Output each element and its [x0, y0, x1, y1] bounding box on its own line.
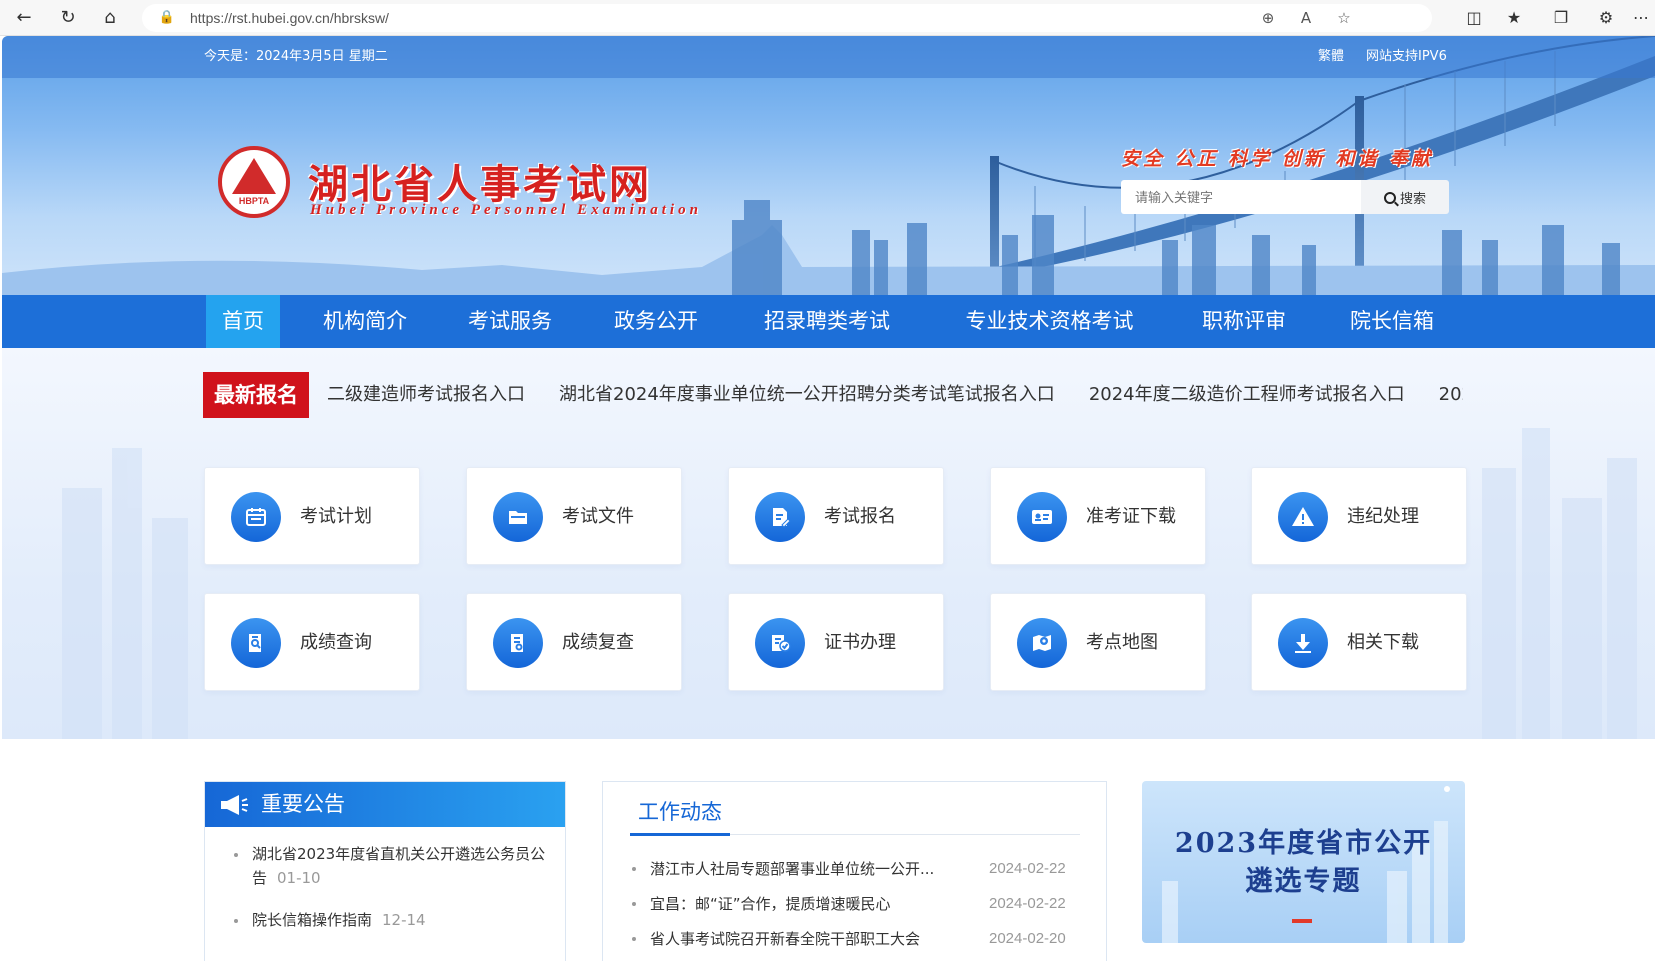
map-pin-icon [1017, 618, 1067, 668]
nav-professional-qualification[interactable]: 专业技术资格考试 [957, 295, 1142, 348]
site-logo[interactable]: HBPTA [218, 146, 290, 218]
notice-item-text[interactable]: 院长信箱操作指南 [252, 911, 372, 929]
main-nav: 首页 机构简介 考试服务 政务公开 招录聘类考试 专业技术资格考试 职称评审 院… [2, 295, 1655, 348]
nav-title-review[interactable]: 职称评审 [1194, 295, 1294, 348]
service-card-violation-handling[interactable]: 违纪处理 [1251, 467, 1467, 565]
nav-home[interactable]: 首页 [206, 295, 280, 348]
registration-ticker: 二级建造师考试报名入口 湖北省2024年度事业单位统一公开招聘分类考试笔试报名入口… [327, 372, 1463, 418]
ticker-link[interactable]: 202 [1439, 372, 1463, 418]
back-icon[interactable]: ← [12, 6, 36, 30]
header-banner: 今天是：2024年3月5日 星期二 繁體 网站支持IPV6 HBPTA 湖北省人… [2, 36, 1655, 295]
service-card-admission-ticket[interactable]: 准考证下载 [990, 467, 1206, 565]
title-underline [630, 833, 730, 836]
service-label: 准考证下载 [1086, 506, 1176, 527]
news-date: 2024-02-22 [989, 895, 1066, 912]
nav-government-affairs[interactable]: 政务公开 [608, 295, 704, 348]
nav-director-mailbox[interactable]: 院长信箱 [1342, 295, 1442, 348]
service-label: 考试文件 [562, 506, 634, 527]
news-item[interactable]: 宜昌：邮“证”合作，提质增速暖民心 [632, 893, 891, 915]
logo-text: HBPTA [238, 196, 270, 206]
folder-icon [493, 492, 543, 542]
service-card-exam-site-map[interactable]: 考点地图 [990, 593, 1206, 691]
address-bar[interactable]: 🔒 https://rst.hubei.gov.cn/hbrsksw/ ⊕ A … [142, 4, 1432, 32]
search-document-icon [231, 618, 281, 668]
web-page: 今天是：2024年3月5日 星期二 繁體 网站支持IPV6 HBPTA 湖北省人… [2, 36, 1655, 961]
search-icon [1383, 191, 1396, 204]
home-icon[interactable]: ⌂ [98, 6, 122, 30]
service-card-certificate-processing[interactable]: 证书办理 [728, 593, 944, 691]
selection-topic-banner[interactable]: 2023年度省市公开 遴选专题 [1142, 781, 1465, 943]
id-card-icon [1017, 492, 1067, 542]
service-label: 违纪处理 [1347, 506, 1419, 527]
nav-recruitment-exams[interactable]: 招录聘类考试 [757, 295, 897, 348]
carousel-indicator[interactable] [1292, 919, 1312, 923]
service-card-exam-plan[interactable]: 考试计划 [204, 467, 420, 565]
current-date: 今天是：2024年3月5日 星期二 [204, 49, 388, 64]
ticker-link[interactable]: 2024年度二级造价工程师考试报名入口 [1089, 372, 1405, 418]
certificate-icon [755, 618, 805, 668]
service-card-exam-files[interactable]: 考试文件 [466, 467, 682, 565]
browser-toolbar: ← ↻ ⌂ 🔒 https://rst.hubei.gov.cn/hbrsksw… [0, 0, 1655, 36]
service-card-related-downloads[interactable]: 相关下载 [1251, 593, 1467, 691]
service-label: 考点地图 [1086, 632, 1158, 653]
extensions-icon[interactable]: ⚙ [1595, 7, 1617, 29]
service-label: 证书办理 [824, 632, 896, 653]
nav-about[interactable]: 机构简介 [317, 295, 413, 348]
work-news-panel: 工作动态 潜江市人社局专题部署事业单位统一公开... 2024-02-22 宜昌… [602, 781, 1107, 961]
service-card-score-query[interactable]: 成绩查询 [204, 593, 420, 691]
favorite-star-icon[interactable]: ☆ [1334, 8, 1354, 28]
ticker-link[interactable]: 湖北省2024年度事业单位统一公开招聘分类考试笔试报名入口 [559, 372, 1055, 418]
service-label: 考试计划 [300, 506, 372, 527]
news-item[interactable]: 省人事考试院召开新春全院干部职工大会 [631, 928, 920, 950]
url-text[interactable]: https://rst.hubei.gov.cn/hbrsksw/ [190, 4, 389, 32]
work-news-title[interactable]: 工作动态 [638, 796, 722, 826]
favorites-icon[interactable]: ★ [1503, 7, 1525, 29]
calendar-icon [231, 492, 281, 542]
search-button[interactable]: 搜索 [1361, 180, 1449, 214]
split-screen-icon[interactable]: ◫ [1463, 7, 1485, 29]
notice-item[interactable]: 院长信箱操作指南 12-14 [234, 908, 552, 932]
search-button-label: 搜索 [1399, 191, 1426, 207]
notice-item[interactable]: 湖北省2023年度省直机关公开遴选公务员公告 01-10 [234, 842, 552, 890]
read-aloud-icon[interactable]: A [1296, 8, 1316, 28]
services-section: 最新报名 二级建造师考试报名入口 湖北省2024年度事业单位统一公开招聘分类考试笔… [2, 348, 1655, 739]
top-info-bar: 今天是：2024年3月5日 星期二 繁體 网站支持IPV6 [2, 36, 1655, 78]
service-label: 考试报名 [824, 506, 896, 527]
warning-icon [1278, 492, 1328, 542]
review-document-icon [493, 618, 543, 668]
ticker-link[interactable]: 二级建造师考试报名入口 [327, 372, 525, 418]
collections-icon[interactable]: ❐ [1550, 7, 1572, 29]
service-card-exam-registration[interactable]: 考试报名 [728, 467, 944, 565]
nav-exam-services[interactable]: 考试服务 [462, 295, 558, 348]
site-subtitle: Hubei Province Personnel Examination [310, 202, 702, 218]
traditional-chinese-link[interactable]: 繁體 [1318, 36, 1344, 78]
service-label: 成绩复查 [562, 632, 634, 653]
lock-icon[interactable]: 🔒 [158, 9, 176, 27]
service-card-score-review[interactable]: 成绩复查 [466, 593, 682, 691]
ipv6-support-text: 网站支持IPV6 [1366, 49, 1447, 64]
news-item[interactable]: 潜江市人社局专题部署事业单位统一公开... [631, 858, 934, 880]
promo-line-2: 遴选专题 [1245, 866, 1362, 897]
edit-document-icon [755, 492, 805, 542]
more-menu-icon[interactable]: ⋯ [1630, 7, 1652, 29]
important-notices-panel: 重要公告 湖北省2023年度省直机关公开遴选公务员公告 01-10 院长信箱操作指… [204, 781, 566, 961]
notice-title: 重要公告 [261, 792, 345, 816]
promo-line-1: 2023年度省市公开 [1174, 828, 1433, 859]
service-label: 相关下载 [1347, 632, 1419, 653]
service-label: 成绩查询 [300, 632, 372, 653]
megaphone-icon [221, 795, 248, 815]
latest-registration-tag: 最新报名 [203, 372, 309, 418]
motto-text: 安全 公正 科学 创新 和谐 奉献 [1121, 148, 1434, 170]
search-input[interactable] [1121, 180, 1361, 214]
notice-header: 重要公告 [205, 782, 565, 827]
news-date: 2024-02-22 [989, 860, 1066, 877]
news-date: 2024-02-20 [989, 930, 1066, 947]
reload-icon[interactable]: ↻ [56, 6, 80, 30]
notice-item-date: 01-10 [277, 869, 321, 887]
download-icon [1278, 618, 1328, 668]
zoom-icon[interactable]: ⊕ [1258, 8, 1278, 28]
notice-item-date: 12-14 [382, 911, 426, 929]
logo-triangle [232, 158, 276, 194]
